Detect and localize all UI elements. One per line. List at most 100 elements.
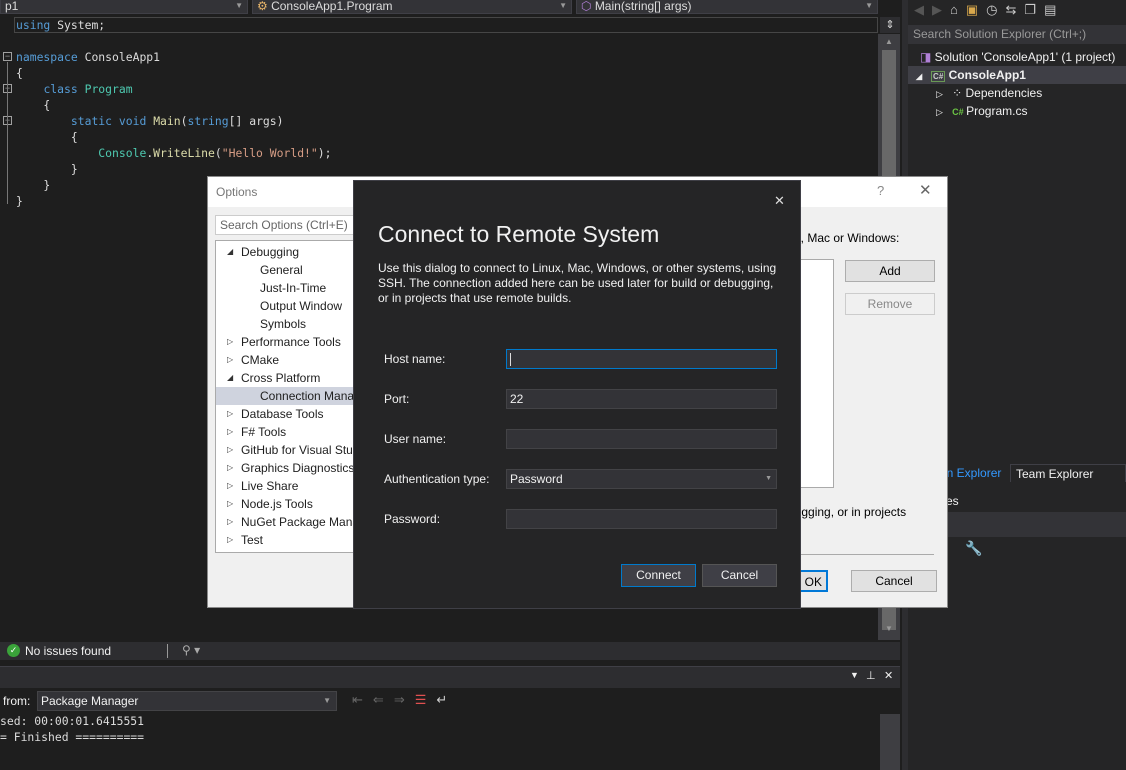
tab-solution-explorer[interactable]: on Explorer [940, 464, 1001, 482]
code-line: { [16, 129, 78, 145]
collapsed-icon[interactable]: ▷ [227, 531, 233, 549]
options-tree-item[interactable]: ▷ Database Tools [216, 405, 364, 423]
project-dropdown[interactable]: p1 ▼ [0, 0, 248, 14]
code-token: Program [84, 82, 133, 96]
close-icon[interactable]: ✕ [774, 193, 785, 209]
code-line: { [16, 97, 50, 113]
scroll-down-icon[interactable]: ▼ [878, 624, 900, 633]
forward-icon[interactable]: ▶ [932, 2, 950, 17]
collapse-all-icon[interactable]: ❐ [1024, 2, 1044, 17]
cancel-button[interactable]: Cancel [702, 564, 777, 587]
options-tree-item[interactable]: General [216, 261, 364, 279]
options-tree-item[interactable]: ▷ NuGet Package Manager [216, 513, 364, 531]
connect-button[interactable]: Connect [621, 564, 696, 587]
chevron-down-icon: ▼ [765, 475, 772, 482]
switch-views-icon[interactable]: ⇆ [1006, 2, 1025, 17]
options-tree-item[interactable]: ▷ Node.js Tools [216, 495, 364, 513]
close-icon[interactable]: ✕ [919, 181, 932, 199]
auth-type-dropdown[interactable]: Password ▼ [506, 469, 777, 489]
options-tree-item[interactable]: Symbols [216, 315, 364, 333]
options-tree-item[interactable]: ▷ Graphics Diagnostics [216, 459, 364, 477]
clear-all-icon[interactable]: ☰ [415, 692, 437, 707]
options-tree-item[interactable]: Output Window [216, 297, 364, 315]
back-icon[interactable]: ◀ [914, 2, 932, 17]
scroll-up-icon[interactable]: ▲ [878, 34, 900, 50]
expanded-icon[interactable]: ◢ [916, 72, 924, 81]
collapse-icon[interactable]: − [3, 52, 12, 61]
tree-label: NuGet Package Manager [241, 515, 365, 529]
issues-status[interactable]: No issues found [25, 644, 111, 658]
output-source-dropdown[interactable]: Package Manager ▼ [37, 691, 337, 711]
split-editor-button[interactable]: ⇕ [880, 17, 900, 33]
class-dropdown[interactable]: ⚙ ConsoleApp1.Program ▼ [252, 0, 572, 14]
collapsed-icon[interactable]: ▷ [936, 107, 945, 117]
remove-button[interactable]: Remove [845, 293, 935, 315]
tab-team-explorer[interactable]: Team Explorer [1010, 464, 1126, 482]
code-line: class Program [16, 81, 133, 97]
solution-search-input[interactable]: Search Solution Explorer (Ctrl+;) [908, 25, 1126, 44]
collapsed-icon[interactable]: ▷ [227, 513, 233, 531]
chevron-down-icon: ▼ [323, 696, 331, 705]
options-tree-item[interactable]: Just-In-Time [216, 279, 364, 297]
tree-item-solution[interactable]: ◨ Solution 'ConsoleApp1' (1 project) [908, 48, 1126, 66]
options-footer-text: bugging, or in projects [788, 505, 907, 519]
user-name-input[interactable] [506, 429, 777, 449]
panel-menu-icon[interactable]: ▼ [850, 670, 859, 680]
tree-item-dependencies[interactable]: ▷ ⁘ Dependencies [908, 84, 1126, 102]
tree-label: Database Tools [241, 407, 324, 421]
options-tree-item[interactable]: ▷ Live Share [216, 477, 364, 495]
class-icon: ⚙ [257, 0, 272, 13]
property-pages-icon[interactable]: 🔧 [965, 540, 982, 557]
method-icon: ⬡ [581, 0, 595, 13]
add-button[interactable]: Add [845, 260, 935, 282]
code-cleanup-icon[interactable]: ⚲ ▾ [182, 643, 200, 657]
collapsed-icon[interactable]: ▷ [227, 405, 233, 423]
options-title: Options [216, 185, 258, 199]
options-tree-item[interactable]: ◢ Cross Platform [216, 369, 364, 387]
options-tree-item[interactable]: ▷ Performance Tools [216, 333, 364, 351]
dialog-title: Connect to Remote System [378, 221, 660, 247]
collapsed-icon[interactable]: ▷ [936, 89, 945, 99]
options-tree-item[interactable]: ◢ Debugging [216, 243, 364, 261]
tree-label: General [260, 263, 303, 277]
collapsed-icon[interactable]: ▷ [227, 423, 233, 441]
find-message-icon[interactable]: ⇤ [352, 692, 373, 707]
options-tree-item[interactable]: ▷ GitHub for Visual Studio [216, 441, 364, 459]
output-scrollbar[interactable] [880, 714, 900, 770]
history-icon[interactable]: ◷ [986, 2, 1005, 17]
current-line-highlight [14, 17, 878, 33]
options-tree-item[interactable]: ▷ F# Tools [216, 423, 364, 441]
tree-label: Node.js Tools [241, 497, 313, 511]
options-search-input[interactable]: Search Options (Ctrl+E) [215, 215, 365, 235]
show-all-files-icon[interactable]: ▤ [1044, 2, 1064, 17]
password-input[interactable] [506, 509, 777, 529]
member-dropdown[interactable]: ⬡ Main(string[] args) ▼ [576, 0, 878, 14]
output-text[interactable]: sed: 00:00:01.6415551 = Finished ========… [0, 713, 144, 745]
port-input[interactable]: 22 [506, 389, 777, 409]
expanded-icon[interactable]: ◢ [227, 243, 233, 261]
tree-label: Output Window [260, 299, 343, 313]
collapsed-icon[interactable]: ▷ [227, 441, 233, 459]
home-icon[interactable]: ⌂ [950, 2, 966, 17]
collapsed-icon[interactable]: ▷ [227, 351, 233, 369]
collapsed-icon[interactable]: ▷ [227, 495, 233, 513]
options-tree[interactable]: ◢ Debugging General Just-In-Time Output Wind… [215, 240, 365, 553]
next-message-icon[interactable]: ⇒ [394, 692, 415, 707]
close-icon[interactable]: ✕ [884, 669, 893, 682]
previous-message-icon[interactable]: ⇐ [373, 692, 394, 707]
tree-item-program-cs[interactable]: ▷ C# Program.cs [908, 102, 1126, 120]
collapsed-icon[interactable]: ▷ [227, 333, 233, 351]
host-name-input[interactable] [506, 349, 777, 369]
pin-icon[interactable]: ⊥ [866, 669, 876, 682]
collapsed-icon[interactable]: ▷ [227, 477, 233, 495]
sync-icon[interactable]: ▣ [966, 2, 986, 17]
options-tree-item[interactable]: ▷ CMake [216, 351, 364, 369]
help-button[interactable]: ? [877, 183, 884, 198]
options-tree-item[interactable]: Connection Manager [216, 387, 364, 405]
expanded-icon[interactable]: ◢ [227, 369, 233, 387]
collapsed-icon[interactable]: ▷ [227, 459, 233, 477]
tree-item-project[interactable]: ◢ C# ConsoleApp1 [908, 66, 1126, 84]
word-wrap-icon[interactable]: ↵ [436, 692, 457, 707]
options-tree-item[interactable]: ▷ Test [216, 531, 364, 549]
cancel-button[interactable]: Cancel [851, 570, 937, 592]
